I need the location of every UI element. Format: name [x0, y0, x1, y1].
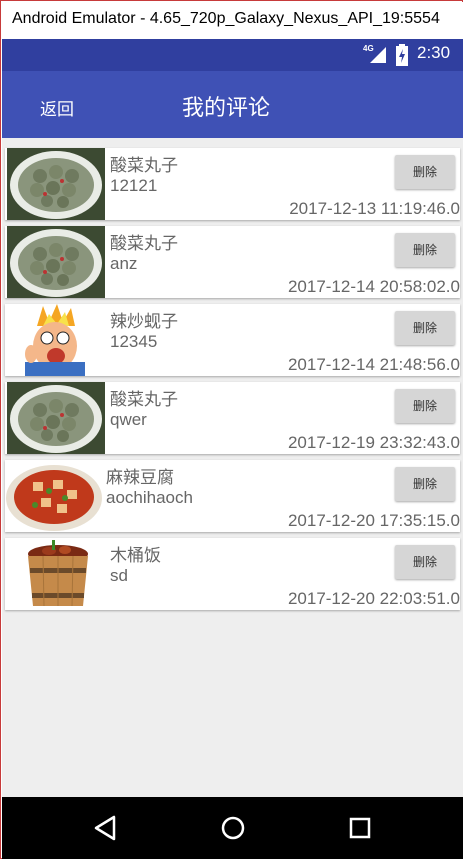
- comment-time: 2017-12-13 11:19:46.0: [289, 199, 460, 218]
- comment-time: 2017-12-20 17:35:15.0: [287, 511, 460, 530]
- comment-time: 2017-12-14 20:58:02.0: [287, 277, 460, 296]
- comment-item[interactable]: 木桶饭 sd 删除 2017-12-20 22:03:51.0: [5, 538, 460, 610]
- home-icon[interactable]: [219, 813, 247, 843]
- status-bar: 4G 2:30: [2, 39, 463, 71]
- comment-list[interactable]: 酸菜丸子 12121 删除 2017-12-13 11:19:46.0 酸菜丸子…: [2, 138, 463, 797]
- comment-time: 2017-12-14 21:48:56.0: [287, 355, 460, 374]
- comment-item[interactable]: 酸菜丸子 qwer 删除 2017-12-19 23:32:43.0: [5, 382, 460, 454]
- comment-item[interactable]: 酸菜丸子 12121 删除 2017-12-13 11:19:46.0: [5, 148, 460, 220]
- back-icon[interactable]: [92, 813, 118, 843]
- delete-button[interactable]: 删除: [395, 311, 455, 345]
- recents-icon[interactable]: [348, 813, 374, 843]
- delete-button[interactable]: 删除: [395, 155, 455, 189]
- battery-charging-icon: [396, 44, 408, 66]
- comment-text: sd: [110, 566, 128, 585]
- comment-time: 2017-12-19 23:32:43.0: [287, 433, 460, 452]
- comment-text: 12345: [110, 332, 158, 351]
- delete-button[interactable]: 删除: [395, 233, 455, 267]
- navigation-bar: [2, 797, 463, 859]
- meatball-soup-image: [7, 148, 105, 220]
- meatball-soup-image: [7, 226, 105, 298]
- dish-name: 酸菜丸子: [110, 234, 178, 254]
- comment-time: 2017-12-20 22:03:51.0: [287, 589, 460, 608]
- delete-button[interactable]: 删除: [395, 545, 455, 579]
- mapo-tofu-image: [5, 460, 103, 532]
- page-title: 我的评论: [182, 96, 271, 121]
- window-titlebar: Android Emulator - 4.65_720p_Galaxy_Nexu…: [2, 2, 463, 39]
- cartoon-face-image: [17, 304, 97, 376]
- dish-name: 木桶饭: [110, 546, 161, 566]
- window-title: Android Emulator - 4.65_720p_Galaxy_Nexu…: [12, 10, 440, 27]
- comment-text: qwer: [110, 410, 147, 429]
- dish-name: 麻辣豆腐: [106, 468, 174, 488]
- dish-name: 辣炒蚬子: [110, 312, 178, 332]
- meatball-soup-image: [7, 382, 105, 454]
- clock: 2:30: [417, 43, 451, 62]
- comment-item[interactable]: 麻辣豆腐 aochihaoch 删除 2017-12-20 17:35:15.0: [5, 460, 460, 532]
- dish-name: 酸菜丸子: [110, 390, 178, 410]
- emulator-window: Android Emulator - 4.65_720p_Galaxy_Nexu…: [0, 0, 463, 859]
- comment-text: anz: [110, 254, 138, 273]
- delete-button[interactable]: 删除: [395, 467, 455, 501]
- delete-button[interactable]: 删除: [395, 389, 455, 423]
- back-button[interactable]: 返回: [40, 95, 74, 120]
- dish-name: 酸菜丸子: [110, 156, 178, 176]
- comment-text: aochihaoch: [106, 488, 193, 507]
- bucket-rice-image: [19, 538, 97, 610]
- comment-item[interactable]: 酸菜丸子 anz 删除 2017-12-14 20:58:02.0: [5, 226, 460, 298]
- comment-text: 12121: [110, 176, 158, 195]
- comment-item[interactable]: 辣炒蚬子 12345 删除 2017-12-14 21:48:56.0: [5, 304, 460, 376]
- app-bar: 返回 我的评论: [2, 71, 463, 138]
- signal-icon: [370, 47, 386, 63]
